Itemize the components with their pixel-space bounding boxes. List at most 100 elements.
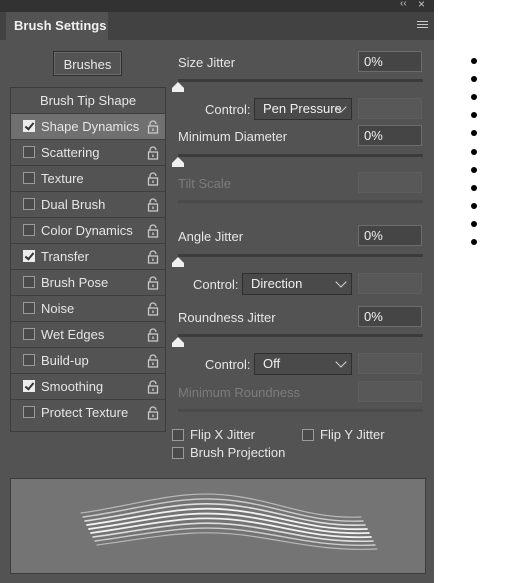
bullet-dot [471, 239, 477, 245]
roundness-jitter-input[interactable]: 0% [358, 306, 422, 327]
smoothing-checkbox[interactable] [23, 380, 35, 392]
sidebar-item-transfer[interactable]: Transfer [11, 244, 165, 270]
roundness-jitter-slider-thumb[interactable] [172, 337, 184, 347]
angle-control-value: Direction [251, 276, 303, 291]
sidebar-item-label: Build-up [41, 353, 89, 368]
size-jitter-slider-thumb[interactable] [172, 82, 184, 92]
bullet-dot [471, 94, 477, 100]
size-control-label: Control: [205, 102, 251, 117]
lock-icon[interactable] [147, 406, 159, 420]
lock-icon[interactable] [147, 328, 159, 342]
size-control-extra-input [358, 98, 422, 119]
brush-pose-checkbox[interactable] [23, 276, 35, 288]
sidebar-item-label: Color Dynamics [41, 223, 133, 238]
angle-control-label: Control: [193, 277, 239, 292]
sidebar-item-label: Transfer [41, 249, 89, 264]
brushes-button[interactable]: Brushes [53, 51, 122, 76]
angle-control-extra-input [358, 273, 422, 294]
lock-icon[interactable] [147, 120, 159, 134]
scattering-checkbox[interactable] [23, 146, 35, 158]
sidebar-item-label: Wet Edges [41, 327, 105, 342]
tab-brush-settings[interactable]: Brush Settings [6, 12, 108, 40]
angle-control-select[interactable]: Direction [242, 273, 352, 295]
brush-settings-panel: ‹‹ × Brush Settings Brushes Brush Tip Sh… [0, 0, 434, 583]
flip-y-jitter-checkbox[interactable] [302, 429, 314, 441]
roundness-control-value: Off [263, 356, 281, 371]
lock-icon[interactable] [147, 380, 159, 394]
angle-jitter-slider-thumb[interactable] [172, 257, 184, 267]
panel-menu-icon[interactable] [417, 21, 428, 30]
flip-x-jitter-checkbox[interactable] [172, 429, 184, 441]
close-icon[interactable]: × [418, 0, 425, 11]
minimum-diameter-label: Minimum Diameter [178, 129, 288, 144]
flip-y-jitter-label: Flip Y Jitter [320, 427, 385, 442]
sidebar-item-label: Noise [41, 301, 75, 316]
roundness-control-label: Control: [205, 357, 251, 372]
brush-stroke-preview-image [80, 493, 378, 550]
sidebar-item-shape-dynamics[interactable]: Shape Dynamics [11, 114, 165, 140]
lock-icon[interactable] [147, 172, 159, 186]
size-control-value: Pen Pressure [263, 101, 342, 116]
flip-x-jitter-label: Flip X Jitter [190, 427, 256, 442]
chevron-down-icon [335, 276, 347, 288]
color-dynamics-checkbox[interactable] [23, 224, 35, 236]
transfer-checkbox[interactable] [23, 250, 35, 262]
sidebar-item-color-dynamics[interactable]: Color Dynamics [11, 218, 165, 244]
bullet-dot [471, 149, 477, 155]
sidebar-item-brush-tip-shape[interactable]: Brush Tip Shape [11, 88, 165, 114]
lock-icon[interactable] [147, 354, 159, 368]
minimum-diameter-slider-thumb[interactable] [172, 157, 184, 167]
bullet-dot [471, 167, 477, 173]
sidebar-item-noise[interactable]: Noise [11, 296, 165, 322]
bullet-dot [471, 185, 477, 191]
sidebar-item-dual-brush[interactable]: Dual Brush [11, 192, 165, 218]
roundness-jitter-label: Roundness Jitter [178, 310, 276, 325]
angle-jitter-input[interactable]: 0% [358, 225, 422, 246]
size-jitter-input[interactable]: 0% [358, 51, 422, 72]
sidebar-item-label: Texture [41, 171, 84, 186]
minimum-diameter-slider-track[interactable] [178, 154, 423, 157]
sidebar-item-texture[interactable]: Texture [11, 166, 165, 192]
roundness-control-extra-input [358, 353, 422, 374]
size-control-select[interactable]: Pen Pressure [254, 98, 352, 120]
sidebar-item-build-up[interactable]: Build-up [11, 348, 165, 374]
sidebar-item-brush-pose[interactable]: Brush Pose [11, 270, 165, 296]
texture-checkbox[interactable] [23, 172, 35, 184]
sidebar-item-scattering[interactable]: Scattering [11, 140, 165, 166]
minimum-roundness-slider-track [178, 409, 423, 412]
lock-icon[interactable] [147, 146, 159, 160]
roundness-control-select[interactable]: Off [254, 353, 352, 375]
roundness-jitter-slider-track[interactable] [178, 334, 423, 337]
tilt-scale-input [358, 172, 422, 193]
dual-brush-checkbox[interactable] [23, 198, 35, 210]
minimum-roundness-label: Minimum Roundness [178, 385, 301, 400]
sidebar-item-label: Shape Dynamics [41, 119, 140, 134]
tilt-scale-slider-track [178, 200, 423, 203]
minimum-diameter-input[interactable]: 0% [358, 125, 422, 146]
sidebar-item-wet-edges[interactable]: Wet Edges [11, 322, 165, 348]
collapse-icon[interactable]: ‹‹ [400, 0, 407, 9]
protect-texture-checkbox[interactable] [23, 406, 35, 418]
wet-edges-checkbox[interactable] [23, 328, 35, 340]
noise-checkbox[interactable] [23, 302, 35, 314]
lock-icon[interactable] [147, 198, 159, 212]
brush-projection-checkbox[interactable] [172, 447, 184, 459]
build-up-checkbox[interactable] [23, 354, 35, 366]
lock-icon[interactable] [147, 276, 159, 290]
lock-icon[interactable] [147, 250, 159, 264]
sidebar-item-label: Brush Tip Shape [39, 93, 137, 108]
lock-icon[interactable] [147, 224, 159, 238]
sidebar-item-protect-texture[interactable]: Protect Texture [11, 400, 165, 426]
size-jitter-label: Size Jitter [178, 55, 236, 70]
sidebar-item-label: Smoothing [41, 379, 104, 394]
shape-dynamics-checkbox[interactable] [23, 120, 35, 132]
sidebar-item-label: Brush Pose [41, 275, 109, 290]
brush-stroke-preview [10, 478, 426, 574]
angle-jitter-slider-track[interactable] [178, 254, 423, 257]
size-jitter-slider-track[interactable] [178, 79, 423, 82]
lock-icon[interactable] [147, 302, 159, 316]
bullet-dot [471, 130, 477, 136]
minimum-roundness-input [358, 381, 422, 402]
sidebar-item-smoothing[interactable]: Smoothing [11, 374, 165, 400]
angle-jitter-label: Angle Jitter [178, 229, 244, 244]
